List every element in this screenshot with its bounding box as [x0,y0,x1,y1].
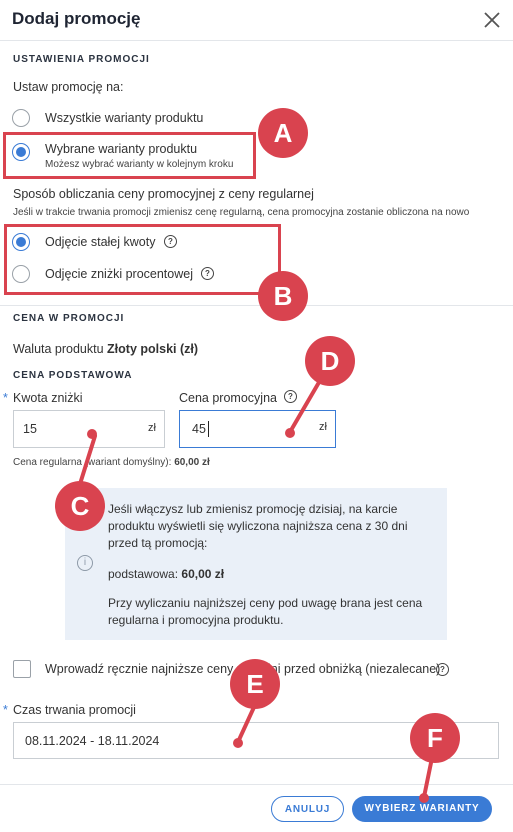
pointer-f-dot [419,793,429,803]
annotation-badge-c: C [55,481,105,531]
pointer-d-dot [285,428,295,438]
annotation-badge-b: B [258,271,308,321]
pointer-e [236,703,257,744]
annotation-badge-e: E [230,659,280,709]
annotation-badge-d: D [305,336,355,386]
pointer-c-dot [87,429,97,439]
annotation-badge-a: A [258,108,308,158]
pointer-e-dot [233,738,243,748]
annotation-badge-f: F [410,713,460,763]
